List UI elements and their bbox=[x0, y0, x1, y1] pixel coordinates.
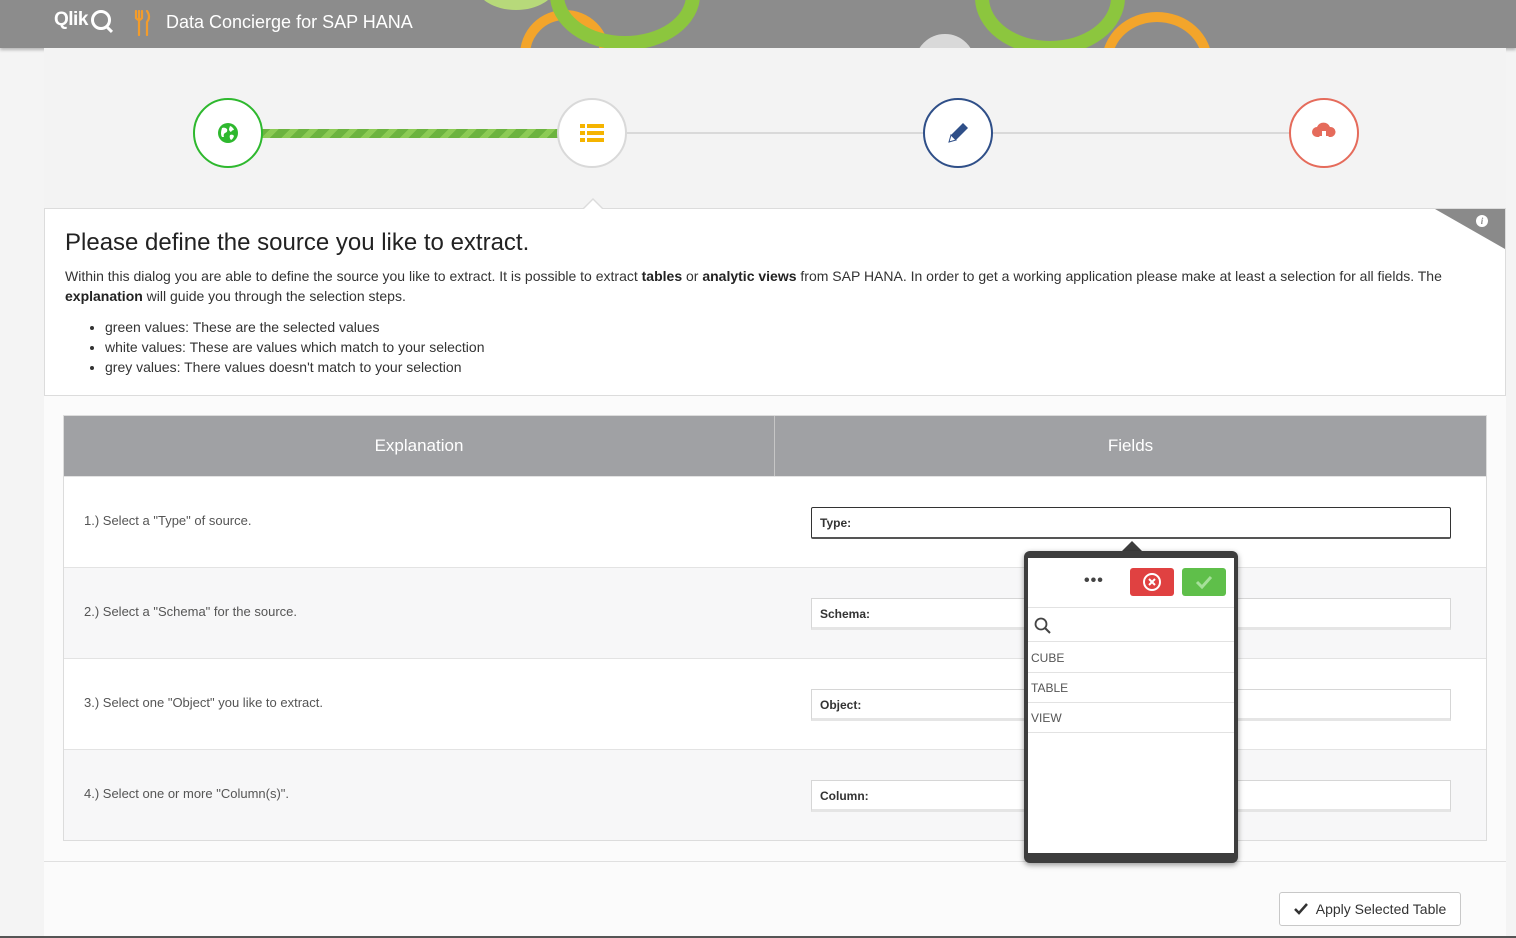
step-fields-list[interactable] bbox=[557, 98, 627, 168]
instructions-box: i Please define the source you like to e… bbox=[44, 208, 1506, 396]
checkmark-icon bbox=[1293, 903, 1308, 915]
field-label: Type: bbox=[820, 516, 852, 530]
step-edit-pencil[interactable] bbox=[923, 98, 993, 168]
table-row: 3.) Select one "Object" you like to extr… bbox=[64, 658, 1486, 749]
brand-text: Qlik bbox=[54, 9, 88, 30]
pencil-icon bbox=[948, 123, 968, 143]
row-explanation: 3.) Select one "Object" you like to extr… bbox=[84, 695, 324, 710]
legend-item: grey values: There values doesn't match … bbox=[105, 357, 485, 377]
app-title: Data Concierge for SAP HANA bbox=[166, 12, 413, 32]
info-icon[interactable]: i bbox=[1476, 215, 1488, 227]
stepper-progress bbox=[259, 129, 559, 138]
cloud-download-icon bbox=[1312, 122, 1336, 142]
more-options-button[interactable]: ••• bbox=[1084, 572, 1104, 590]
type-selection-popup: ••• CUBE TABLE VIEW bbox=[1024, 551, 1238, 863]
type-field[interactable]: Type: bbox=[811, 507, 1451, 539]
legend-item: green values: These are the selected val… bbox=[105, 317, 485, 337]
list-item-table[interactable]: TABLE bbox=[1028, 673, 1234, 703]
step-source-globe[interactable] bbox=[193, 98, 263, 168]
list-item-cube[interactable]: CUBE bbox=[1028, 643, 1234, 673]
row-explanation: 2.) Select a "Schema" for the source. bbox=[84, 604, 297, 619]
qlik-logo: Qlik bbox=[54, 9, 111, 31]
check-icon bbox=[1195, 575, 1213, 589]
table-row: 4.) Select one or more "Column(s)". Colu… bbox=[64, 749, 1486, 840]
cancel-selection-button[interactable] bbox=[1130, 568, 1174, 596]
legend-item: white values: These are values which mat… bbox=[105, 337, 485, 357]
globe-icon bbox=[218, 123, 238, 143]
field-label: Column: bbox=[820, 789, 869, 803]
qlik-q-icon bbox=[90, 10, 111, 30]
footer-divider bbox=[44, 861, 1506, 862]
field-label: Schema: bbox=[820, 607, 871, 621]
info-corner bbox=[1435, 209, 1505, 249]
column-header-fields: Fields bbox=[1107, 436, 1154, 455]
selection-table: Explanation Fields 1.) Select a "Type" o… bbox=[63, 415, 1487, 841]
fork-knife-icon bbox=[134, 10, 151, 36]
row-explanation: 1.) Select a "Type" of source. bbox=[84, 513, 252, 528]
wizard-stepper bbox=[44, 48, 1506, 208]
legend-list: green values: These are the selected val… bbox=[105, 317, 485, 377]
decor-ring bbox=[476, 0, 556, 10]
table-row: 2.) Select a "Schema" for the source. Sc… bbox=[64, 567, 1486, 658]
table-header: Explanation Fields bbox=[64, 416, 1486, 476]
close-circle-icon bbox=[1143, 573, 1161, 591]
apply-selected-table-button[interactable]: Apply Selected Table bbox=[1279, 892, 1461, 926]
popup-body: ••• CUBE TABLE VIEW bbox=[1028, 558, 1234, 853]
page-title: Please define the source you like to ext… bbox=[65, 229, 530, 256]
apply-button-label: Apply Selected Table bbox=[1315, 901, 1447, 917]
popup-search[interactable] bbox=[1028, 607, 1234, 642]
step-download-cloud[interactable] bbox=[1289, 98, 1359, 168]
main-panel: i Please define the source you like to e… bbox=[44, 48, 1506, 938]
step-pointer-inner bbox=[584, 200, 602, 209]
decor-ring bbox=[915, 34, 975, 48]
search-icon bbox=[1034, 617, 1051, 634]
decor-ring bbox=[975, 0, 1125, 48]
app-header: Qlik Data Concierge for SAP HANA bbox=[0, 0, 1516, 48]
column-header-explanation: Explanation bbox=[64, 416, 775, 476]
row-explanation: 4.) Select one or more "Column(s)". bbox=[84, 786, 290, 801]
instructions-text: Within this dialog you are able to defin… bbox=[65, 268, 1442, 304]
table-row: 1.) Select a "Type" of source. Type: bbox=[64, 476, 1486, 567]
popup-pointer bbox=[1122, 541, 1142, 551]
field-label: Object: bbox=[820, 698, 862, 712]
list-icon bbox=[580, 124, 604, 142]
confirm-selection-button[interactable] bbox=[1182, 568, 1226, 596]
list-item-view[interactable]: VIEW bbox=[1028, 703, 1234, 733]
popup-toolbar: ••• bbox=[1028, 558, 1234, 604]
